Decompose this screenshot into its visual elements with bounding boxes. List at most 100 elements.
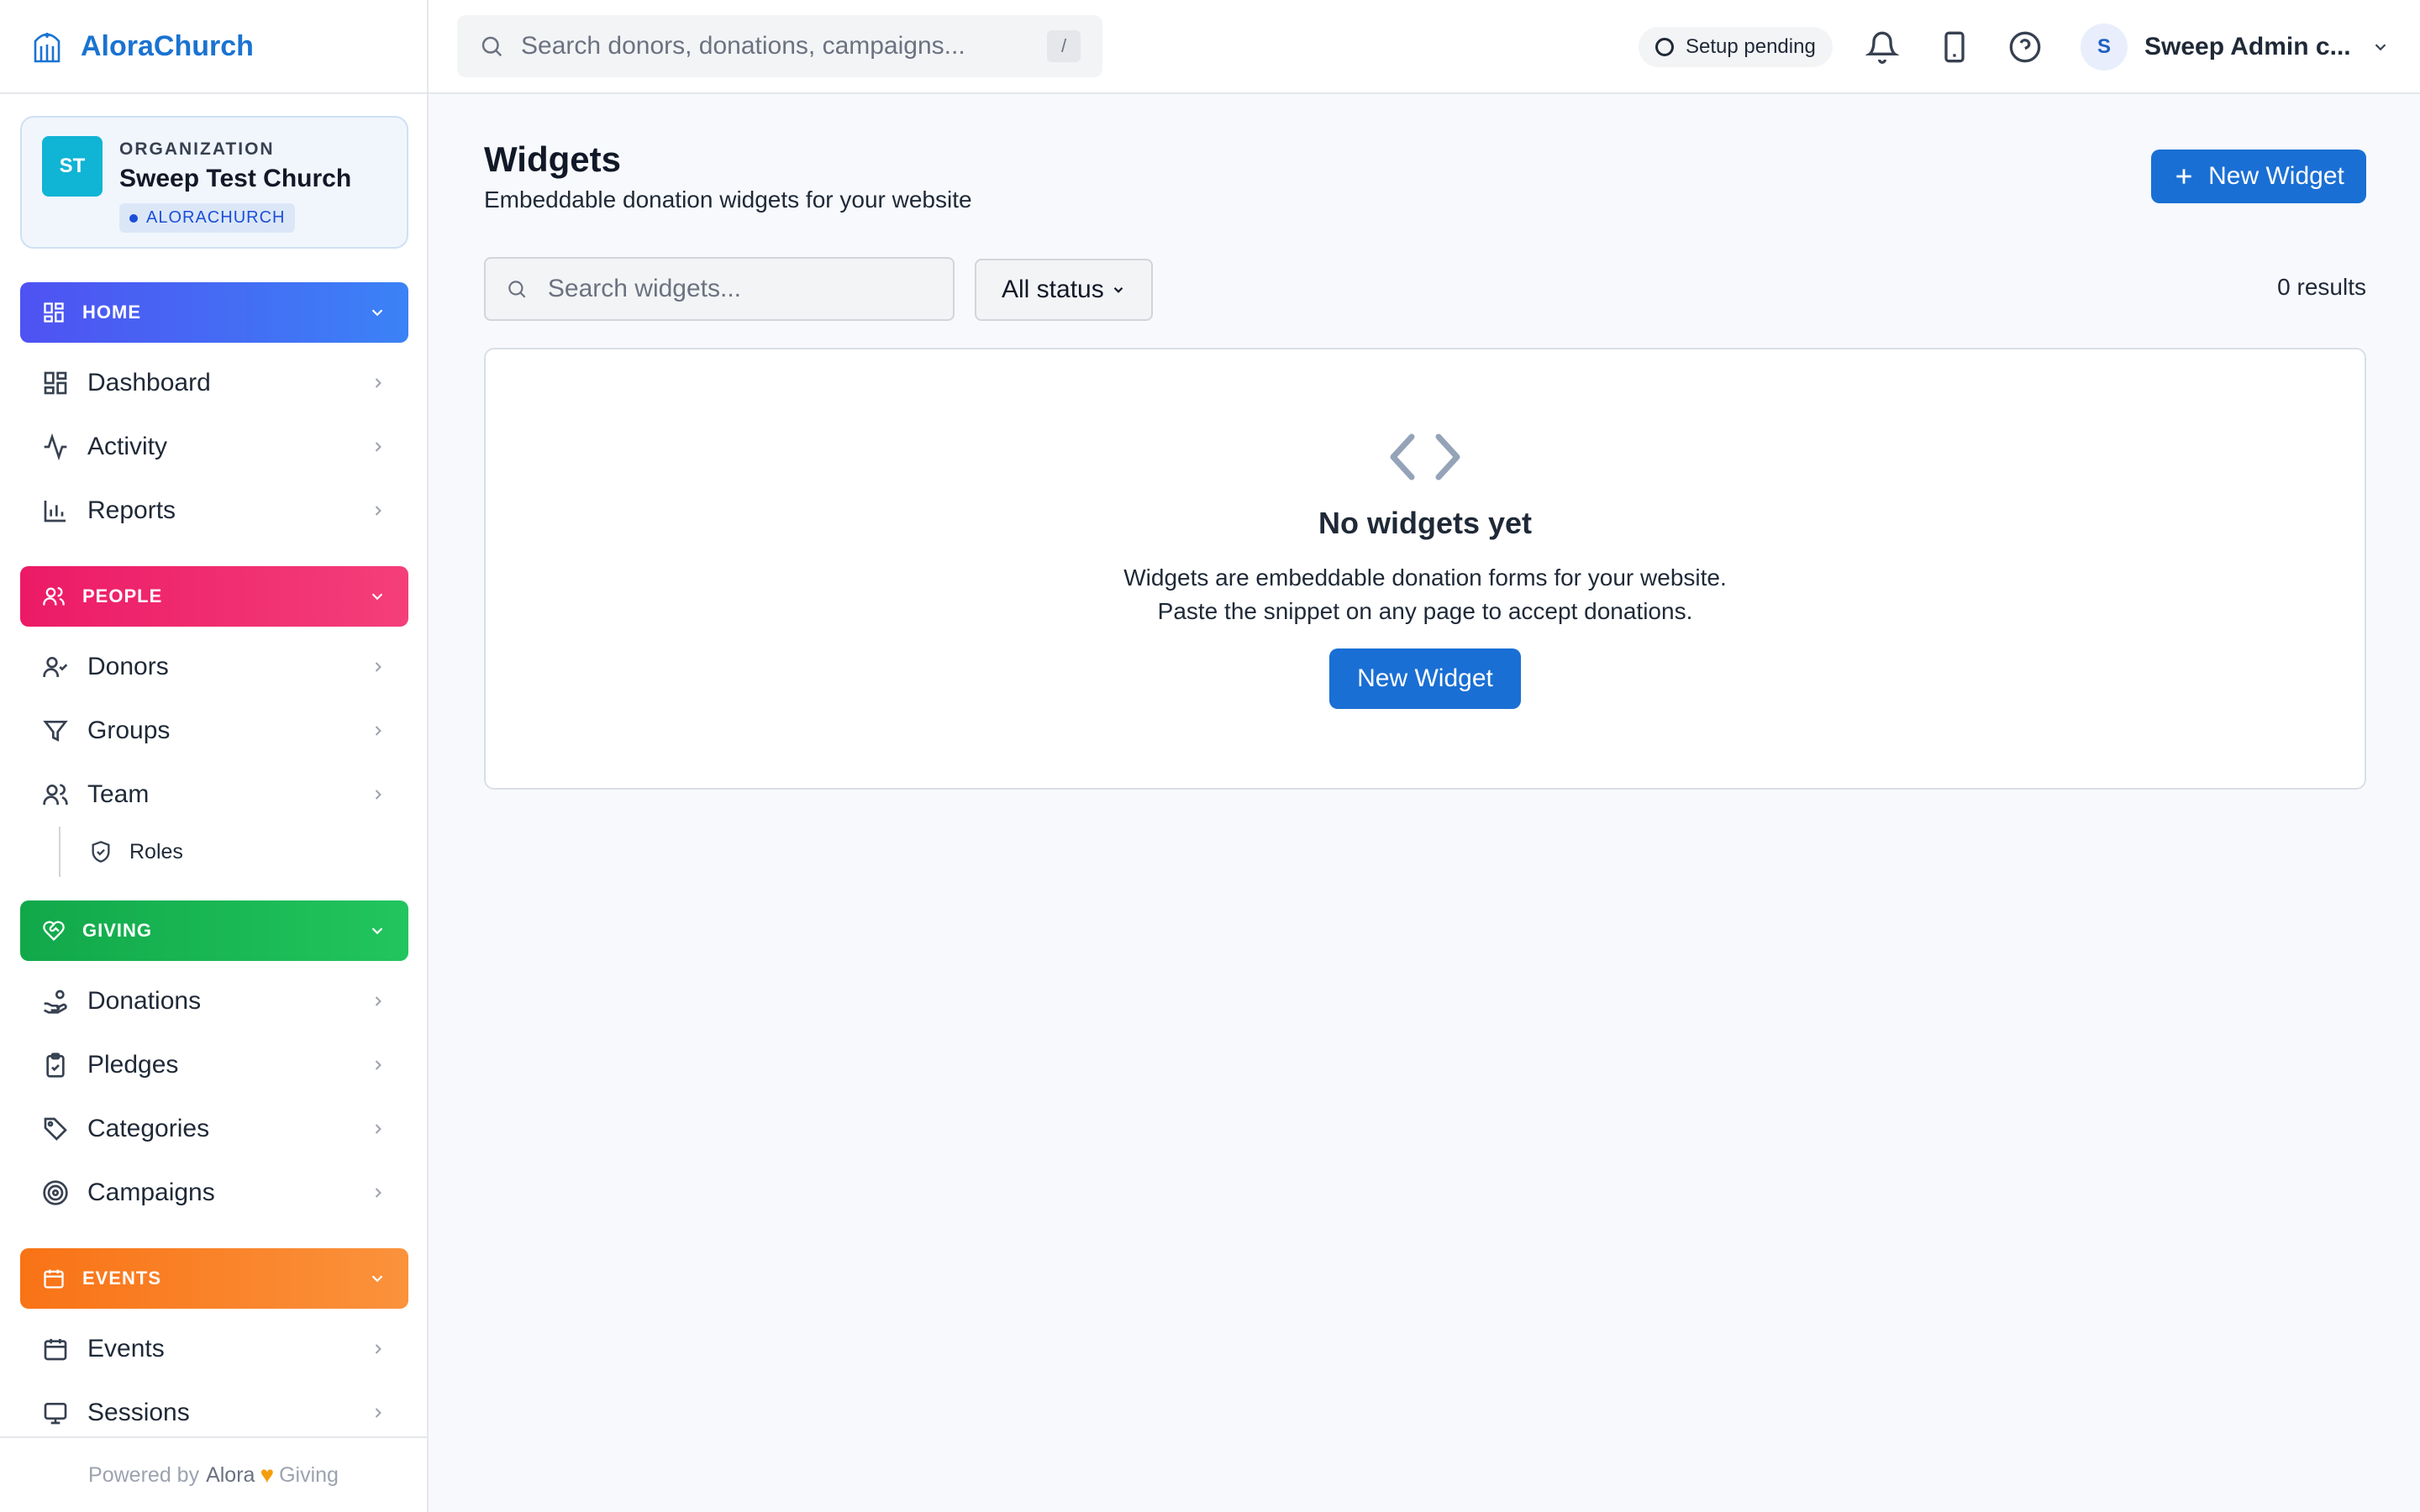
clipboard-check-icon <box>46 1053 65 1078</box>
results-count: 0 results <box>2277 274 2366 300</box>
section-events-label: EVENTS <box>82 1268 162 1289</box>
avatar: S <box>2081 24 2128 71</box>
new-widget-label: New Widget <box>2208 162 2344 190</box>
sidebar-nav: HOME Dashboard Activity Reports PEOPLE D… <box>20 282 408 1445</box>
global-search[interactable]: Search donors, donations, campaigns... / <box>457 15 1102 77</box>
sidebar-item-campaigns[interactable]: Campaigns <box>20 1161 408 1225</box>
badge-dot-icon <box>129 213 138 223</box>
chevron-down-icon <box>371 309 383 317</box>
chevron-right-icon <box>375 726 381 736</box>
status-filter-select[interactable]: All status <box>975 259 1153 321</box>
section-giving-label: GIVING <box>82 920 153 941</box>
chevron-right-icon <box>375 1344 381 1354</box>
widget-search-input[interactable] <box>547 275 933 303</box>
chevron-down-icon <box>1113 286 1123 293</box>
section-people[interactable]: PEOPLE <box>20 566 408 627</box>
org-badge: ALORACHURCH <box>119 203 296 233</box>
sidebar-item-activity[interactable]: Activity <box>20 415 408 479</box>
sidebar-item-groups[interactable]: Groups <box>20 699 408 763</box>
users-icon <box>43 784 68 805</box>
plus-icon <box>2176 169 2191 184</box>
chevron-right-icon <box>375 1124 381 1134</box>
sidebar-item-label: Dashboard <box>87 369 211 396</box>
dashboard-icon <box>44 371 67 395</box>
chevron-right-icon <box>375 662 381 672</box>
chevron-right-icon <box>375 1060 381 1070</box>
search-shortcut: / <box>1047 30 1081 62</box>
calendar-icon <box>44 1269 64 1289</box>
section-people-label: PEOPLE <box>82 585 163 606</box>
sidebar-item-dashboard[interactable]: Dashboard <box>20 351 408 415</box>
user-menu[interactable]: S Sweep Admin c... <box>2081 22 2390 72</box>
sidebar-item-label: Events <box>87 1335 165 1362</box>
sidebar-item-label: Sessions <box>87 1399 190 1426</box>
org-label: ORGANIZATION <box>119 139 275 159</box>
sidebar-item-label: Activity <box>87 433 168 460</box>
empty-state-line-1: Widgets are embeddable donation forms fo… <box>1123 564 1727 591</box>
section-giving[interactable]: GIVING <box>20 900 408 961</box>
topbar: Search donors, donations, campaigns... /… <box>429 0 2420 94</box>
section-events[interactable]: EVENTS <box>20 1248 408 1309</box>
empty-state-title: No widgets yet <box>1318 506 1533 540</box>
org-name: Sweep Test Church <box>119 165 352 192</box>
sidebar-item-team[interactable]: Team <box>20 763 408 827</box>
empty-state-description: Widgets are embeddable donation forms fo… <box>1123 561 1727 628</box>
mobile-icon[interactable] <box>1938 30 1971 64</box>
sidebar-item-donors[interactable]: Donors <box>20 635 408 699</box>
heart-icon: ♥ <box>260 1462 275 1488</box>
search-icon <box>481 36 502 57</box>
heart-handshake-icon <box>43 921 65 942</box>
sidebar-item-label: Team <box>87 780 150 808</box>
calendar-icon <box>44 1339 67 1361</box>
sidebar-item-label: Pledges <box>87 1051 179 1079</box>
grid-icon <box>44 302 64 323</box>
empty-state-card: No widgets yet Widgets are embeddable do… <box>484 348 2366 790</box>
chevron-right-icon <box>375 442 381 452</box>
sidebar-subitem-label: Roles <box>129 839 183 864</box>
sidebar-item-label: Groups <box>87 717 171 744</box>
empty-state-line-2: Paste the snippet on any page to accept … <box>1157 598 1693 624</box>
monitor-icon <box>44 1403 67 1425</box>
app-name: AloraChurch <box>81 29 254 62</box>
user-name: Sweep Admin c... <box>2144 33 2351 60</box>
help-icon[interactable] <box>2008 30 2042 64</box>
target-icon <box>43 1180 68 1205</box>
code-icon <box>1390 433 1460 480</box>
hand-coins-icon <box>44 990 67 1014</box>
chevron-right-icon <box>375 1408 381 1418</box>
chevron-right-icon <box>375 996 381 1006</box>
sidebar-subitem-roles[interactable]: Roles <box>59 827 408 877</box>
chevron-right-icon <box>375 1188 381 1198</box>
widget-search[interactable] <box>484 257 955 321</box>
footer-brand-giving: Giving <box>279 1462 339 1487</box>
chevron-down-icon <box>371 927 383 935</box>
new-widget-button[interactable]: New Widget <box>2151 150 2366 203</box>
search-icon <box>508 281 526 298</box>
page-subtitle: Embeddable donation widgets for your web… <box>484 186 972 213</box>
section-home[interactable]: HOME <box>20 282 408 343</box>
users-icon <box>43 586 65 606</box>
sidebar-item-donations[interactable]: Donations <box>20 969 408 1033</box>
activity-icon <box>44 433 67 460</box>
sidebar-item-reports[interactable]: Reports <box>20 479 408 543</box>
bar-chart-icon <box>44 501 66 522</box>
bell-icon[interactable] <box>1865 30 1899 64</box>
chevron-down-icon <box>2375 44 2386 51</box>
sidebar-item-events[interactable]: Events <box>20 1317 408 1381</box>
chevron-right-icon <box>375 506 381 516</box>
sidebar-item-label: Donors <box>87 653 169 680</box>
user-check-icon <box>43 657 68 677</box>
sidebar-item-categories[interactable]: Categories <box>20 1097 408 1161</box>
setup-status-badge[interactable]: Setup pending <box>1639 27 1833 67</box>
setup-status-label: Setup pending <box>1686 35 1816 58</box>
sidebar-item-sessions[interactable]: Sessions <box>20 1381 408 1445</box>
empty-new-widget-button[interactable]: New Widget <box>1329 648 1521 709</box>
sidebar-item-label: Categories <box>87 1115 210 1142</box>
chevron-down-icon <box>371 1275 383 1283</box>
sidebar: AloraChurch ST ORGANIZATION Sweep Test C… <box>0 0 429 1512</box>
sidebar-item-pledges[interactable]: Pledges <box>20 1033 408 1097</box>
organization-card[interactable]: ST ORGANIZATION Sweep Test Church ALORAC… <box>20 116 408 249</box>
section-home-label: HOME <box>82 302 141 323</box>
sidebar-item-label: Donations <box>87 987 202 1015</box>
brand[interactable]: AloraChurch <box>0 0 427 94</box>
